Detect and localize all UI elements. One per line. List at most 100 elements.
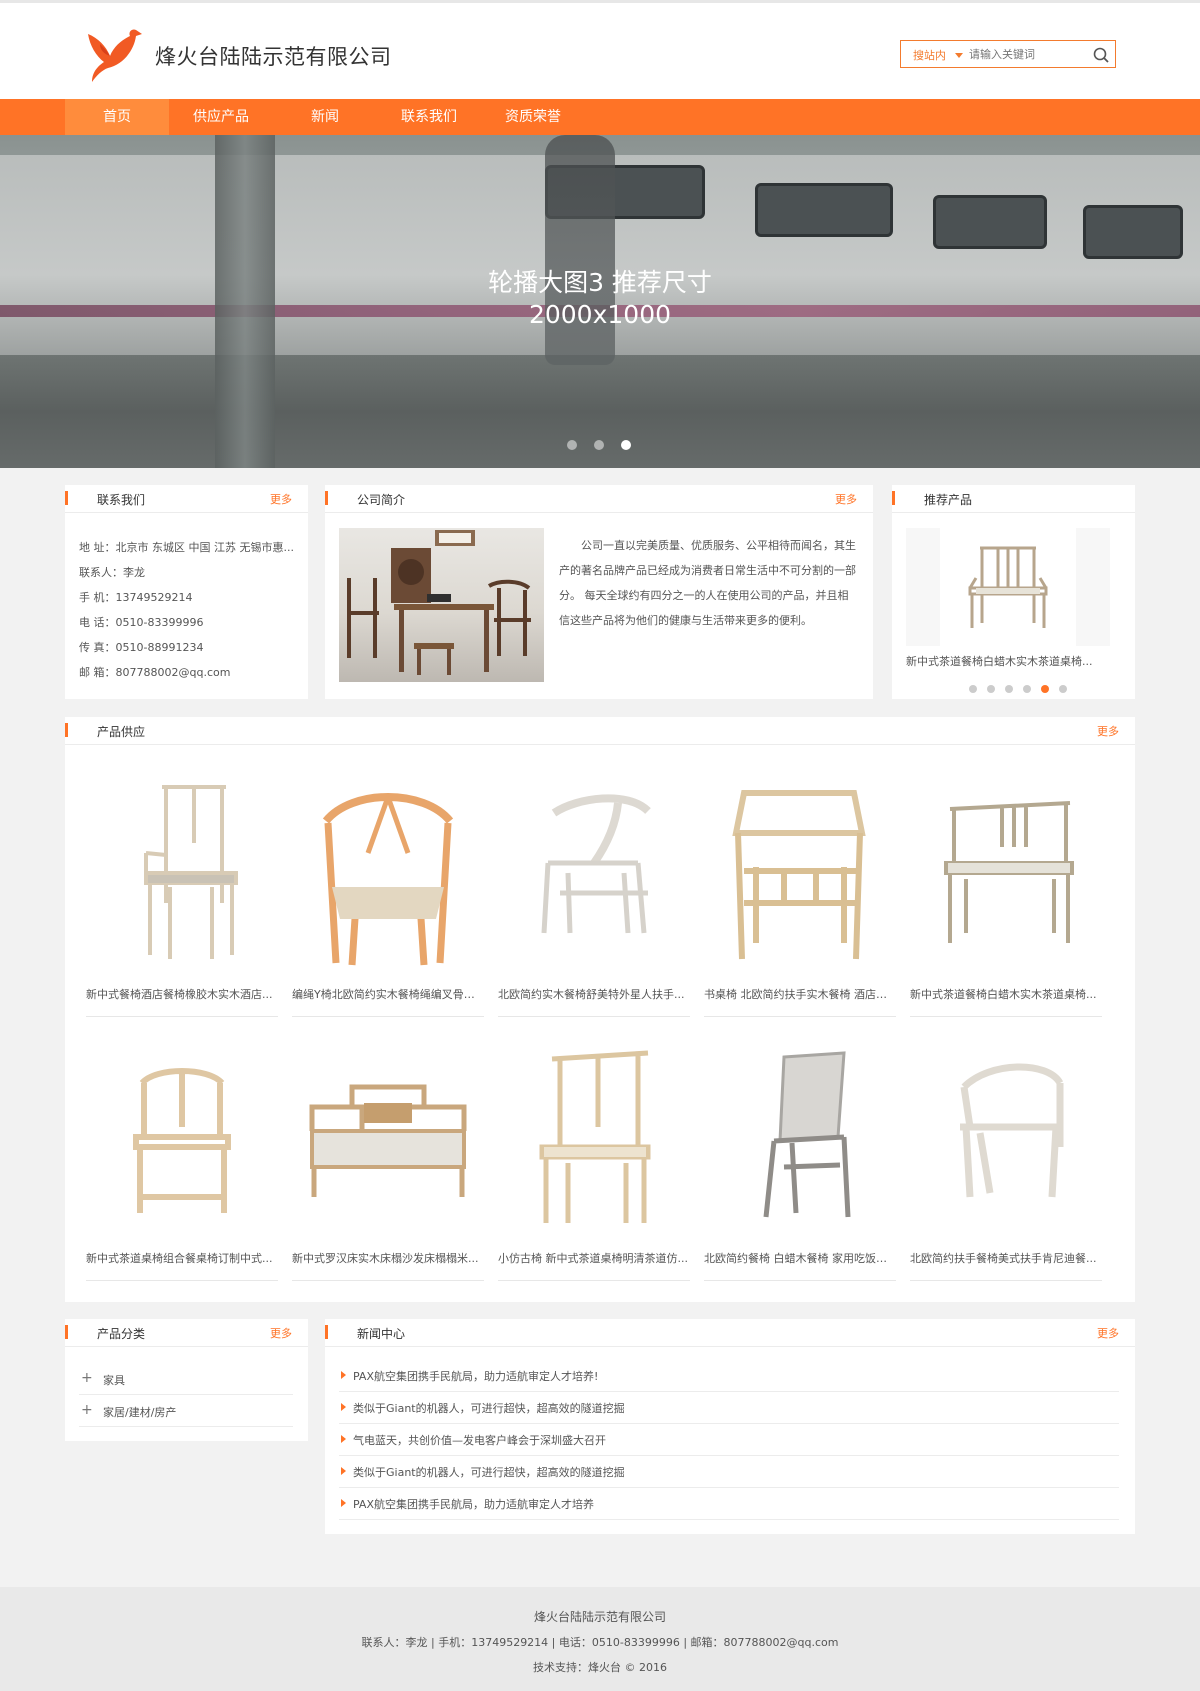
more-link[interactable]: 更多 bbox=[270, 1325, 292, 1341]
news-item[interactable]: PAX航空集团携手民航局，助力适航审定人才培养! bbox=[339, 1360, 1119, 1392]
carousel-dot-1[interactable] bbox=[567, 440, 577, 450]
category-item[interactable]: + 家具 bbox=[79, 1363, 293, 1395]
product-image[interactable] bbox=[704, 783, 896, 973]
more-link[interactable]: 更多 bbox=[270, 491, 292, 507]
carousel-dot-2[interactable] bbox=[594, 440, 604, 450]
product-name[interactable]: 新中式茶道餐椅白蜡木实木茶道桌椅... bbox=[910, 986, 1102, 1002]
product-card[interactable]: 新中式茶道餐椅白蜡木实木茶道桌椅... bbox=[910, 783, 1102, 1017]
product-name[interactable]: 新中式茶道桌椅组合餐桌椅订制中式... bbox=[86, 1250, 278, 1266]
banner-caption: 轮播大图3 推荐尺寸 bbox=[488, 268, 712, 297]
footer-company: 烽火台陆陆示范有限公司 bbox=[533, 1610, 666, 1624]
nav-item-honors[interactable]: 资质荣誉 bbox=[481, 99, 585, 135]
more-link[interactable]: 更多 bbox=[1097, 723, 1119, 739]
hero-carousel[interactable]: 轮播大图3 推荐尺寸 2000x1000 bbox=[0, 135, 1200, 468]
recommended-product-name[interactable]: 新中式茶道餐椅白蜡木实木茶道桌椅... bbox=[906, 653, 1110, 669]
rec-dot-6[interactable] bbox=[1059, 685, 1067, 693]
caret-down-icon[interactable] bbox=[955, 53, 963, 58]
search-box: 搜站内 bbox=[900, 40, 1116, 68]
product-name[interactable]: 北欧简约实木餐椅舒美特外星人扶手... bbox=[498, 986, 690, 1002]
category-label[interactable]: 家居/建材/房产 bbox=[103, 1404, 176, 1420]
nav-item-products[interactable]: 供应产品 bbox=[169, 99, 273, 135]
more-link[interactable]: 更多 bbox=[1097, 1325, 1119, 1341]
product-image[interactable] bbox=[910, 783, 1102, 973]
category-item[interactable]: + 家居/建材/房产 bbox=[79, 1395, 293, 1427]
company-image[interactable] bbox=[339, 528, 544, 682]
search-input[interactable] bbox=[969, 45, 1081, 63]
panel-title: 产品供应 bbox=[97, 725, 146, 739]
product-image[interactable] bbox=[86, 1047, 278, 1237]
product-card[interactable]: 北欧简约实木餐椅舒美特外星人扶手... bbox=[498, 783, 690, 1017]
contact-panel: 联系我们 更多 地 址：北京市 东城区 中国 江苏 无锡市惠... 联系人：李龙… bbox=[65, 485, 308, 699]
rec-dot-4[interactable] bbox=[1023, 685, 1031, 693]
product-name[interactable]: 新中式餐椅酒店餐椅橡胶木实木酒店... bbox=[86, 986, 278, 1002]
nav-item-contact[interactable]: 联系我们 bbox=[377, 99, 481, 135]
plus-icon[interactable]: + bbox=[81, 1370, 93, 1386]
contact-mobile: 手 机：13749529214 bbox=[79, 591, 193, 604]
product-name[interactable]: 编绳Y椅北欧简约实木餐椅绳编叉骨汉... bbox=[292, 986, 484, 1002]
news-title[interactable]: PAX航空集团携手民航局，助力适航审定人才培养! bbox=[353, 1368, 598, 1384]
more-link[interactable]: 更多 bbox=[835, 491, 857, 507]
panel-title: 联系我们 bbox=[97, 493, 146, 507]
site-name[interactable]: 烽火台陆陆示范有限公司 bbox=[155, 41, 392, 71]
panel-title: 推荐产品 bbox=[924, 493, 973, 507]
news-panel: 新闻中心 更多 PAX航空集团携手民航局，助力适航审定人才培养! 类似于Gian… bbox=[325, 1319, 1135, 1534]
rec-dot-3[interactable] bbox=[1005, 685, 1013, 693]
rec-dot-5[interactable] bbox=[1041, 685, 1049, 693]
product-image[interactable] bbox=[292, 783, 484, 973]
categories-panel: 产品分类 更多 + 家具 + 家居/建材/房产 bbox=[65, 1319, 308, 1441]
rec-dot-2[interactable] bbox=[987, 685, 995, 693]
product-card[interactable]: 新中式茶道桌椅组合餐桌椅订制中式... bbox=[86, 1047, 278, 1281]
product-name[interactable]: 北欧简约扶手餐椅美式扶手肯尼迪餐... bbox=[910, 1250, 1102, 1266]
footer-support: 技术支持：烽火台 © 2016 bbox=[533, 1661, 667, 1674]
news-item[interactable]: PAX航空集团携手民航局，助力适航审定人才培养 bbox=[339, 1488, 1119, 1520]
triangle-right-icon bbox=[341, 1467, 346, 1475]
contact-email: 邮 箱：807788002@qq.com bbox=[79, 666, 231, 679]
bird-logo-icon[interactable] bbox=[84, 26, 142, 84]
news-title[interactable]: PAX航空集团携手民航局，助力适航审定人才培养 bbox=[353, 1496, 594, 1512]
recommended-product-image[interactable] bbox=[906, 528, 1110, 646]
company-intro-text: 公司一直以完美质量、优质服务、公平相待而闻名，其生产的著名品牌产品已经成为消费者… bbox=[559, 539, 856, 627]
carousel-dot-3[interactable] bbox=[621, 440, 631, 450]
news-item[interactable]: 类似于Giant的机器人，可进行超快，超高效的隧道挖掘 bbox=[339, 1392, 1119, 1424]
site-footer: 烽火台陆陆示范有限公司 联系人：李龙 | 手机：13749529214 | 电话… bbox=[0, 1587, 1200, 1691]
product-card[interactable]: 小仿古椅 新中式茶道桌椅明清茶道仿... bbox=[498, 1047, 690, 1281]
product-image[interactable] bbox=[292, 1047, 484, 1237]
rec-dot-1[interactable] bbox=[969, 685, 977, 693]
product-name[interactable]: 小仿古椅 新中式茶道桌椅明清茶道仿... bbox=[498, 1250, 690, 1266]
category-label[interactable]: 家具 bbox=[103, 1372, 125, 1388]
news-title[interactable]: 类似于Giant的机器人，可进行超快，超高效的隧道挖掘 bbox=[353, 1400, 625, 1416]
product-card[interactable]: 新中式餐椅酒店餐椅橡胶木实木酒店... bbox=[86, 783, 278, 1017]
contact-address: 地 址：北京市 东城区 中国 江苏 无锡市惠... bbox=[79, 541, 294, 554]
contact-phone: 电 话：0510-83399996 bbox=[79, 616, 204, 629]
search-icon[interactable] bbox=[1092, 46, 1110, 64]
product-name[interactable]: 新中式罗汉床实木床榻沙发床榻榻米... bbox=[292, 1250, 484, 1266]
product-image[interactable] bbox=[704, 1047, 896, 1237]
news-title[interactable]: 气电蓝天，共创价值—发电客户峰会于深圳盛大召开 bbox=[353, 1432, 606, 1448]
product-card[interactable]: 北欧简约餐椅 白蜡木餐椅 家用吃饭实... bbox=[704, 1047, 896, 1281]
triangle-right-icon bbox=[341, 1435, 346, 1443]
panel-title: 新闻中心 bbox=[357, 1327, 406, 1341]
product-card[interactable]: 北欧简约扶手餐椅美式扶手肯尼迪餐... bbox=[910, 1047, 1102, 1281]
product-card[interactable]: 书桌椅 北欧简约扶手实木餐椅 酒店椅 ... bbox=[704, 783, 896, 1017]
product-card[interactable]: 编绳Y椅北欧简约实木餐椅绳编叉骨汉... bbox=[292, 783, 484, 1017]
product-name[interactable]: 北欧简约餐椅 白蜡木餐椅 家用吃饭实... bbox=[704, 1250, 896, 1266]
product-image[interactable] bbox=[498, 783, 690, 973]
plus-icon[interactable]: + bbox=[81, 1402, 93, 1418]
news-item[interactable]: 气电蓝天，共创价值—发电客户峰会于深圳盛大召开 bbox=[339, 1424, 1119, 1456]
product-image[interactable] bbox=[86, 783, 278, 973]
triangle-right-icon bbox=[341, 1371, 346, 1379]
products-panel: 产品供应 更多 新中式餐椅酒店餐椅橡胶木实木酒店... 编绳Y椅北欧简约实木餐椅… bbox=[65, 717, 1135, 1302]
product-image[interactable] bbox=[498, 1047, 690, 1237]
nav-item-home[interactable]: 首页 bbox=[65, 99, 169, 135]
news-item[interactable]: 类似于Giant的机器人，可进行超快，超高效的隧道挖掘 bbox=[339, 1456, 1119, 1488]
banner-caption-size: 2000x1000 bbox=[528, 300, 672, 329]
product-image[interactable] bbox=[910, 1047, 1102, 1237]
footer-contacts: 联系人：李龙 | 手机：13749529214 | 电话：0510-833999… bbox=[361, 1636, 839, 1649]
company-intro-panel: 公司简介 更多 公司一直以完美质量、优质服务、公平相待而闻名，其生产的著名品牌产… bbox=[325, 485, 873, 699]
product-card[interactable]: 新中式罗汉床实木床榻沙发床榻榻米... bbox=[292, 1047, 484, 1281]
search-scope-select[interactable]: 搜站内 bbox=[913, 47, 946, 63]
nav-item-news[interactable]: 新闻 bbox=[273, 99, 377, 135]
contact-person: 联系人：李龙 bbox=[79, 566, 145, 579]
product-name[interactable]: 书桌椅 北欧简约扶手实木餐椅 酒店椅 ... bbox=[704, 986, 896, 1002]
news-title[interactable]: 类似于Giant的机器人，可进行超快，超高效的隧道挖掘 bbox=[353, 1464, 625, 1480]
